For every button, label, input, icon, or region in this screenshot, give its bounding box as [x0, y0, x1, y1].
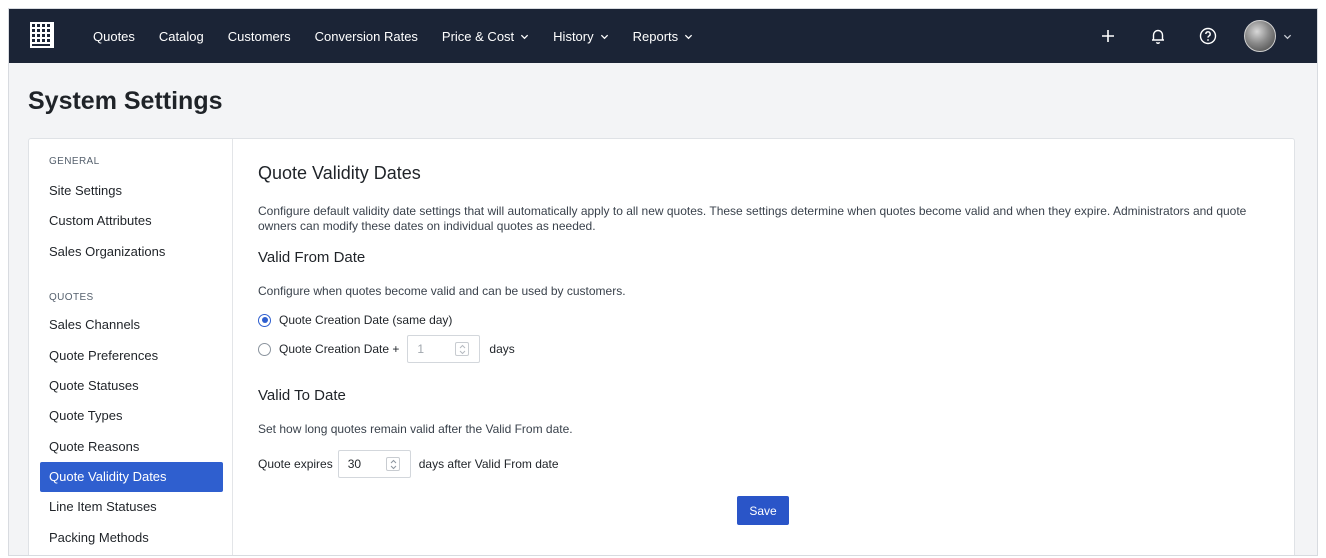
valid-from-days-value: 1 [417, 342, 425, 356]
user-avatar[interactable] [1244, 20, 1276, 52]
sidebar-section-quotes: QUOTES [49, 292, 94, 303]
sidebar-item-quote-preferences[interactable]: Quote Preferences [40, 341, 223, 371]
valid-to-row: Quote expires 30 days after Valid From d… [258, 450, 559, 478]
option-same-day-label: Quote Creation Date (same day) [279, 313, 453, 327]
valid-from-heading: Valid From Date [258, 249, 366, 266]
settings-sidebar: GENERAL Site Settings Custom Attributes … [29, 139, 233, 555]
bell-icon[interactable] [1148, 26, 1168, 46]
nav-customers[interactable]: Customers [228, 29, 291, 44]
chevron-down-icon [521, 34, 529, 39]
valid-from-option-same-day[interactable]: Quote Creation Date (same day) [258, 313, 452, 327]
sidebar-item-quote-statuses[interactable]: Quote Statuses [40, 371, 223, 401]
valid-from-option-plus-days[interactable]: Quote Creation Date + 1 days [258, 335, 515, 363]
valid-to-days-value: 30 [347, 457, 362, 471]
sidebar-item-quote-types[interactable]: Quote Types [40, 401, 223, 431]
valid-to-days-input[interactable]: 30 [337, 450, 411, 478]
stepper-icon[interactable] [385, 457, 400, 471]
radio-selected[interactable] [258, 313, 271, 327]
page-title: System Settings [28, 87, 223, 115]
sidebar-section-general: GENERAL [49, 156, 100, 167]
sidebar-item-quote-reasons[interactable]: Quote Reasons [40, 432, 223, 462]
nav-price-cost[interactable]: Price & Cost [442, 29, 529, 44]
radio-unselected[interactable] [258, 342, 271, 356]
sidebar-item-packing-methods[interactable]: Packing Methods [40, 523, 223, 553]
valid-from-days-input[interactable]: 1 [407, 335, 481, 363]
top-nav: Quotes Catalog Customers Conversion Rate… [9, 9, 1317, 63]
settings-panel: GENERAL Site Settings Custom Attributes … [28, 138, 1295, 555]
sidebar-item-custom-attributes[interactable]: Custom Attributes [40, 206, 223, 236]
days-label: days [489, 342, 515, 356]
valid-from-subtitle: Configure when quotes become valid and c… [258, 284, 626, 298]
stepper-icon[interactable] [455, 342, 470, 356]
nav-quotes[interactable]: Quotes [93, 29, 135, 44]
app-grid-logo-icon[interactable] [26, 19, 58, 51]
valid-to-suffix-label: days after Valid From date [418, 457, 559, 471]
quote-expires-label: Quote expires [258, 457, 333, 471]
chevron-down-icon[interactable] [1283, 32, 1292, 41]
main-nav: Quotes Catalog Customers Conversion Rate… [93, 9, 717, 63]
save-button[interactable]: Save [737, 496, 789, 525]
valid-to-subtitle: Set how long quotes remain valid after t… [258, 422, 573, 436]
section-title: Quote Validity Dates [258, 163, 421, 183]
sidebar-item-sales-organizations[interactable]: Sales Organizations [40, 237, 223, 267]
app-frame: Quotes Catalog Customers Conversion Rate… [8, 8, 1318, 556]
sidebar-item-sales-channels[interactable]: Sales Channels [40, 310, 223, 340]
nav-reports[interactable]: Reports [633, 29, 694, 44]
sidebar-item-line-item-statuses[interactable]: Line Item Statuses [40, 492, 223, 522]
section-description: Configure default validity date settings… [258, 204, 1247, 233]
plus-icon[interactable] [1098, 26, 1118, 46]
settings-content: Quote Validity Dates Configure default v… [258, 139, 1294, 555]
sidebar-item-site-settings[interactable]: Site Settings [40, 176, 223, 206]
valid-to-heading: Valid To Date [258, 387, 346, 404]
nav-catalog[interactable]: Catalog [159, 29, 204, 44]
help-icon[interactable] [1198, 26, 1218, 46]
nav-conversion-rates[interactable]: Conversion Rates [315, 29, 418, 44]
chevron-down-icon [600, 34, 608, 39]
nav-history[interactable]: History [553, 29, 608, 44]
option-plus-days-label: Quote Creation Date + [279, 342, 400, 356]
chevron-down-icon [685, 34, 693, 39]
sidebar-item-quote-validity-dates[interactable]: Quote Validity Dates [40, 462, 223, 492]
